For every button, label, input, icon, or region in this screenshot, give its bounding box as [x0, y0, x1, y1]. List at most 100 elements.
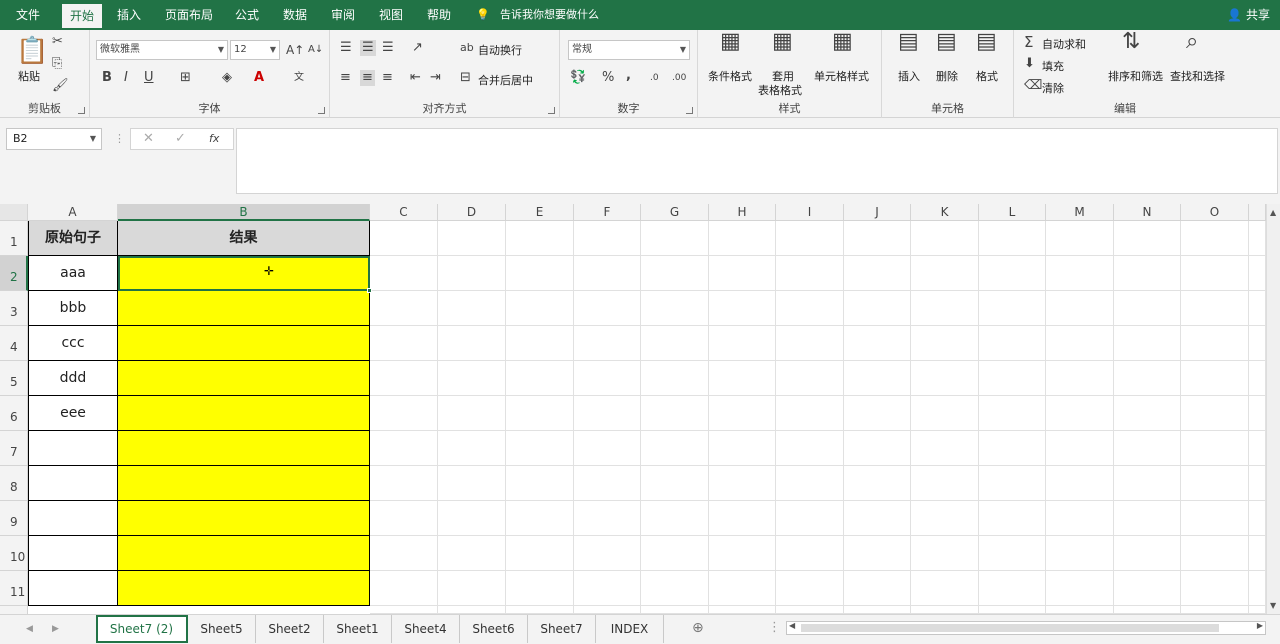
orientation-icon[interactable]: ↗: [412, 40, 423, 56]
grid-cell[interactable]: [1249, 501, 1266, 536]
autosum-icon[interactable]: Σ: [1024, 34, 1033, 50]
scroll-left-icon[interactable]: ◀: [26, 621, 33, 637]
decrease-indent-icon[interactable]: ⇤: [410, 70, 421, 86]
confirm-icon[interactable]: ✓: [175, 131, 186, 147]
horizontal-scrollbar[interactable]: ◀ ▶: [786, 621, 1266, 635]
grid-cell[interactable]: [574, 501, 641, 536]
grid-cell[interactable]: [438, 431, 506, 466]
row-header-11[interactable]: 11: [0, 571, 28, 606]
grid-cell[interactable]: [1181, 501, 1249, 536]
fill-color-icon[interactable]: ◈: [222, 70, 232, 86]
grid-cell[interactable]: [844, 326, 911, 361]
grid-cell[interactable]: [911, 571, 979, 606]
grid-cell[interactable]: [370, 326, 438, 361]
borders-icon[interactable]: ⊞: [180, 70, 191, 86]
grid-cell[interactable]: [1114, 291, 1181, 326]
column-header-g[interactable]: G: [641, 204, 709, 221]
column-header-c[interactable]: C: [370, 204, 438, 221]
grid-cell[interactable]: [776, 291, 844, 326]
grid-cell[interactable]: [438, 501, 506, 536]
grid-cell[interactable]: [506, 221, 574, 256]
grid-cell[interactable]: [844, 606, 911, 614]
grid-cell[interactable]: [979, 221, 1046, 256]
row-header-7[interactable]: 7: [0, 431, 28, 466]
font-launcher-icon[interactable]: [318, 107, 325, 114]
grid-cell[interactable]: [1114, 536, 1181, 571]
grid-cell[interactable]: [1114, 466, 1181, 501]
grid-cell[interactable]: [1181, 606, 1249, 614]
grid-cell[interactable]: [641, 466, 709, 501]
cell-a10[interactable]: [28, 536, 118, 571]
cell-a9[interactable]: [28, 501, 118, 536]
grid-cell[interactable]: [641, 571, 709, 606]
grid-cell[interactable]: [911, 466, 979, 501]
fill-icon[interactable]: ⬇: [1024, 56, 1035, 72]
grid-cell[interactable]: [979, 501, 1046, 536]
grid-cell[interactable]: [1046, 326, 1114, 361]
grid-cell[interactable]: [709, 501, 776, 536]
grid-cell[interactable]: [911, 256, 979, 291]
grid-cell[interactable]: [1046, 536, 1114, 571]
grid-cell[interactable]: [776, 571, 844, 606]
row-header-4[interactable]: 4: [0, 326, 28, 361]
grid-cell[interactable]: [844, 291, 911, 326]
grid-cell[interactable]: [438, 291, 506, 326]
grid-cell[interactable]: [1181, 326, 1249, 361]
sheet-tab-sheet7[interactable]: Sheet7: [528, 615, 596, 643]
grid-cell[interactable]: [979, 571, 1046, 606]
grid-cell[interactable]: [1181, 361, 1249, 396]
grid-cell[interactable]: [506, 256, 574, 291]
cell-b11[interactable]: [118, 571, 370, 606]
grid-cell[interactable]: [1249, 221, 1266, 256]
grid-cell[interactable]: [776, 431, 844, 466]
grid-cell[interactable]: [506, 396, 574, 431]
sheet-tab-sheet2[interactable]: Sheet2: [256, 615, 324, 643]
grid-cell[interactable]: [1046, 606, 1114, 614]
find-select-button[interactable]: 查找和选择: [1170, 68, 1225, 84]
wrap-text-icon[interactable]: ab: [460, 40, 474, 56]
cell-b10[interactable]: [118, 536, 370, 571]
grid-cell[interactable]: [1114, 326, 1181, 361]
grid-cell[interactable]: [370, 501, 438, 536]
column-header-e[interactable]: E: [506, 204, 574, 221]
column-header-i[interactable]: I: [776, 204, 844, 221]
grid-cell[interactable]: [844, 571, 911, 606]
grid-cell[interactable]: [1249, 606, 1266, 614]
grid-cell[interactable]: [1114, 256, 1181, 291]
row-header-8[interactable]: 8: [0, 466, 28, 501]
clipboard-launcher-icon[interactable]: [78, 107, 85, 114]
grid-cell[interactable]: [1114, 221, 1181, 256]
grid-cell[interactable]: [911, 326, 979, 361]
tab-insert[interactable]: 插入: [108, 0, 150, 30]
merge-icon[interactable]: ⊟: [460, 70, 471, 86]
sheet-tab-sheet5[interactable]: Sheet5: [188, 615, 256, 643]
grid-cell[interactable]: [370, 466, 438, 501]
grid-cell[interactable]: [1181, 396, 1249, 431]
column-header-p[interactable]: [1249, 204, 1266, 221]
grid-cell[interactable]: [709, 326, 776, 361]
grid-cell[interactable]: [370, 256, 438, 291]
grid-cell[interactable]: [709, 221, 776, 256]
grid-cell[interactable]: [438, 221, 506, 256]
grid-cell[interactable]: [438, 396, 506, 431]
paste-icon[interactable]: 📋: [16, 36, 48, 66]
grid-cell[interactable]: [506, 361, 574, 396]
number-format-combo[interactable]: 常规 ▼: [568, 40, 690, 60]
cell-a11[interactable]: [28, 571, 118, 606]
grid-cell[interactable]: [1249, 396, 1266, 431]
grid-cell[interactable]: [911, 501, 979, 536]
row-header-1[interactable]: 1: [0, 221, 28, 256]
column-header-h[interactable]: H: [709, 204, 776, 221]
grid-cell[interactable]: [1046, 291, 1114, 326]
insert-cells-button[interactable]: 插入: [898, 68, 920, 84]
clear-button[interactable]: 清除: [1042, 80, 1064, 96]
grid-cell[interactable]: [979, 256, 1046, 291]
tab-view[interactable]: 视图: [370, 0, 412, 30]
grid-cell[interactable]: [641, 256, 709, 291]
grid-cell[interactable]: [776, 536, 844, 571]
grid-cell[interactable]: [844, 501, 911, 536]
grid-cell[interactable]: [641, 326, 709, 361]
font-shrink-icon[interactable]: A↓: [308, 42, 323, 58]
format-cells-button[interactable]: 格式: [976, 68, 998, 84]
column-header-j[interactable]: J: [844, 204, 911, 221]
